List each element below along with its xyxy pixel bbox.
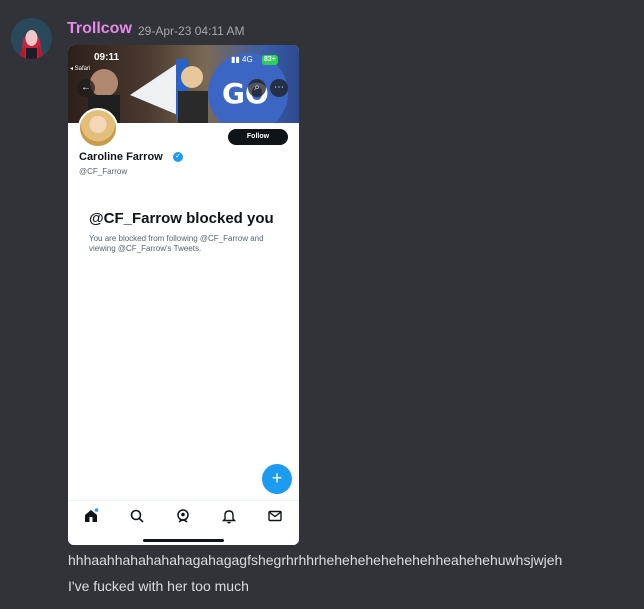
compose-button[interactable]: +: [262, 464, 292, 494]
profile-handle: @CF_Farrow: [79, 167, 128, 176]
username[interactable]: Trollcow: [67, 20, 132, 38]
plus-icon: +: [271, 468, 283, 488]
battery-indicator: 83+: [262, 55, 278, 65]
bell-icon[interactable]: [220, 507, 238, 525]
verified-badge-icon: ✓: [173, 152, 183, 162]
avatar-image: [11, 18, 52, 59]
back-to-safari[interactable]: ◂ Safari: [70, 65, 90, 72]
signal-bars-icon: ▮▮: [231, 55, 240, 64]
search-icon[interactable]: [128, 507, 146, 525]
blocked-title: @CF_Farrow blocked you: [89, 210, 274, 227]
back-arrow-icon[interactable]: ←: [77, 79, 95, 97]
user-avatar[interactable]: [11, 18, 52, 59]
message-text-line-2: I've fucked with her too much: [68, 578, 249, 594]
home-icon[interactable]: [82, 507, 100, 525]
profile-display-name: Caroline Farrow: [79, 151, 163, 163]
spaces-icon[interactable]: [174, 507, 192, 525]
more-icon[interactable]: ⋯: [270, 79, 288, 97]
search-icon[interactable]: ⌕: [248, 79, 266, 97]
blocked-description: You are blocked from following @CF_Farro…: [89, 234, 264, 253]
home-indicator: [143, 539, 224, 542]
signal-label: ▮▮ 4G: [231, 55, 253, 64]
profile-avatar[interactable]: [78, 108, 118, 148]
message-text-line-1: hhhaahhahahahahagahagagfshegrhrhhrhehehe…: [68, 552, 563, 568]
network-type: 4G: [242, 55, 253, 64]
bottom-tab-bar: [68, 500, 299, 545]
status-time: 09:11: [94, 52, 120, 63]
follow-button[interactable]: Follow: [228, 129, 288, 145]
image-attachment[interactable]: GO 09:11 ◂ Safari ▮▮ 4G 83+ ← ⌕ ⋯ Follow…: [68, 45, 299, 545]
mail-icon[interactable]: [266, 507, 284, 525]
message-timestamp: 29-Apr-23 04:11 AM: [138, 24, 245, 38]
